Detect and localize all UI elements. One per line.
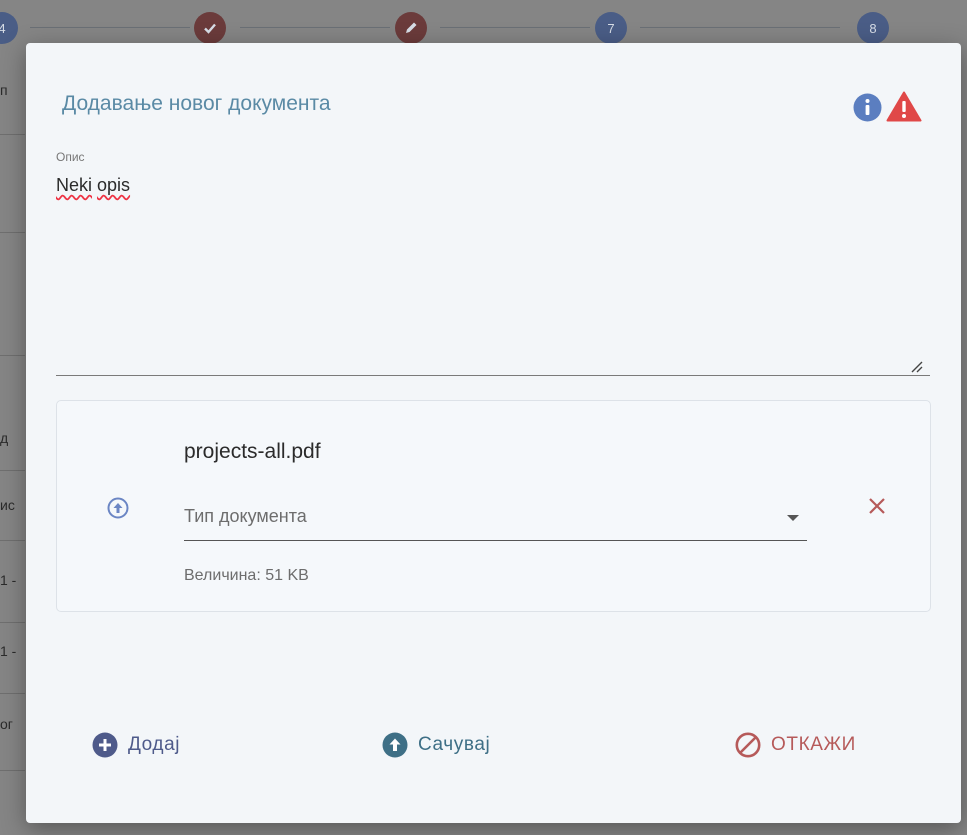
check-icon <box>204 23 216 34</box>
upload-icon[interactable] <box>107 497 129 519</box>
add-document-dialog: Додавање новог документа Опис Neki opis … <box>26 43 961 823</box>
file-name: projects-all.pdf <box>184 440 321 463</box>
background-divider <box>0 622 25 623</box>
background-divider <box>0 470 25 471</box>
info-icon[interactable] <box>853 93 882 122</box>
description-word: opis <box>97 175 131 195</box>
background-divider <box>0 134 25 135</box>
chevron-down-icon <box>787 515 799 521</box>
save-button[interactable]: Сачувај <box>382 732 490 758</box>
cancel-button[interactable]: ОТКАЖИ <box>735 732 856 758</box>
document-type-placeholder: Тип документа <box>184 506 307 526</box>
add-button[interactable]: Додај <box>92 732 180 758</box>
dialog-title: Додавање новог документа <box>62 92 331 115</box>
background-divider <box>0 693 25 694</box>
pencil-icon <box>406 22 417 33</box>
stepper-step-editing[interactable] <box>395 12 427 44</box>
background-text: 1 - <box>0 572 17 588</box>
stepper-connector <box>440 27 590 28</box>
background-divider <box>0 232 25 233</box>
background-divider <box>0 355 25 356</box>
stepper-connector <box>30 27 190 28</box>
background-text: ог <box>0 716 13 732</box>
warning-icon[interactable] <box>886 91 922 122</box>
description-word: Neki <box>56 175 93 195</box>
stepper-step-7[interactable]: 7 <box>595 12 627 44</box>
upload-circle-icon <box>382 732 408 758</box>
background-text: 1 - <box>0 643 17 659</box>
close-icon[interactable] <box>865 494 889 518</box>
description-underline <box>56 375 930 376</box>
stepper-connector <box>240 27 390 28</box>
save-button-label: Сачувај <box>418 734 491 755</box>
stepper-connector <box>640 27 840 28</box>
add-button-label: Додај <box>128 734 181 755</box>
file-card: projects-all.pdf Тип документа Величина:… <box>56 400 931 612</box>
background-divider <box>0 540 25 541</box>
file-size: Величина: 51 KB <box>184 567 309 584</box>
stepper-step-8[interactable]: 8 <box>857 12 889 44</box>
cancel-button-label: ОТКАЖИ <box>771 734 856 755</box>
background-divider <box>0 770 25 771</box>
description-textarea[interactable]: Neki opis <box>56 175 130 196</box>
stepper-step-done[interactable] <box>194 12 226 44</box>
resize-handle-icon[interactable] <box>909 359 923 373</box>
stepper-step-4[interactable]: 4 <box>0 12 18 44</box>
document-type-select[interactable]: Тип документа <box>184 498 807 541</box>
ban-icon <box>735 732 761 758</box>
background-text: ис <box>0 497 15 513</box>
description-label: Опис <box>56 150 85 164</box>
plus-circle-icon <box>92 732 118 758</box>
background-text: п <box>0 82 8 98</box>
background-text: д <box>0 430 9 446</box>
